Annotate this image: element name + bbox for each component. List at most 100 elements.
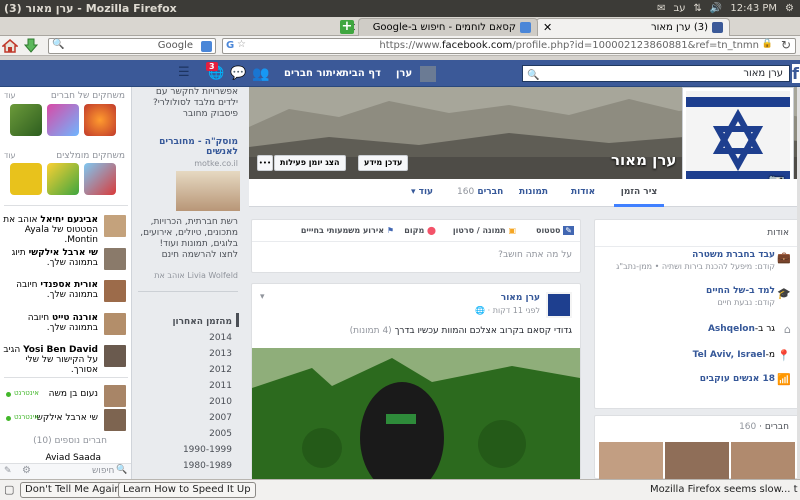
settings-icon[interactable]: ☰ [178,65,190,80]
clock[interactable]: 12:43 PM [730,3,777,14]
composer-photo-tab[interactable]: ▣ תמונה / סרטון [453,226,516,235]
timeline-year-link[interactable]: 2011 [209,381,232,391]
user-avatar[interactable] [420,65,437,82]
facebook-header: ערן מאור 🔍 f ערן דף הבית איתור חברים 👥 💬… [0,60,800,87]
ad-title[interactable]: מוסק"ה - מחוברים לאנשים [138,137,238,157]
keyboard-language[interactable]: עב [673,3,685,14]
tab-facebook[interactable]: (3) ערן מאור ✕ [536,18,730,36]
messages-icon[interactable]: 💬 [230,66,246,81]
location-pin-icon: 📍 [777,349,791,362]
composer-life-event-tab[interactable]: ⚑ אירוע משמעותי בחייים [301,226,394,235]
pencil-icon: ✎ [563,226,574,235]
chat-contact[interactable]: Aviad Saada [45,453,101,463]
about-work[interactable]: עבד בחברת משטרה [605,250,775,260]
tab-friends[interactable]: חברים 160 [457,179,503,207]
window-title: (3) ערן מאור - Mozilla Firefox [4,2,177,15]
url-bar[interactable]: G ☆ https://www.facebook.com/profile.php… [222,38,796,54]
tab-label: קסאם לוחמים - חיפוש ב-Google [372,22,516,33]
star-icon[interactable]: ☆ [237,39,246,50]
friend-requests-icon[interactable]: 👥 [252,66,269,82]
games-more-link[interactable]: עוד [4,91,16,100]
game-icon[interactable] [10,163,42,195]
facebook-search-input[interactable]: ערן מאור 🔍 [522,65,790,82]
search-icon[interactable]: 🔍 [527,68,539,83]
year-scrollbar[interactable] [236,313,239,327]
chat-search-bar[interactable]: ✎ ⚙ חיפוש 🔍 [0,463,131,479]
timeline-year-link[interactable]: 2005 [209,429,232,439]
tab-about[interactable]: אודות [571,179,595,207]
identity-icon[interactable]: G [226,40,234,51]
tab-more[interactable]: עוד ▾ [411,179,433,207]
chat-settings-icon[interactable]: ⚙ [22,465,31,476]
nav-find-friends-link[interactable]: איתור חברים [284,60,343,87]
tab-photos[interactable]: תמונות [519,179,548,207]
dont-tell-me-again-button[interactable]: Don't Tell Me Again [20,482,126,498]
post-author-avatar[interactable] [546,292,572,318]
location-pin-icon: ⬤ [427,226,436,235]
composer-status-tab[interactable]: ✎ סטטוס [536,226,574,235]
network-icon[interactable]: ⇅ [694,3,702,14]
timeline-year-link[interactable]: 1980-1989 [183,461,232,471]
timeline-year-link[interactable]: 2012 [209,365,232,375]
ad-body[interactable]: רשת חברתית, הכרויות, מתכונים, טיולים, אי… [138,217,238,261]
close-tab-icon[interactable]: ✕ [543,21,552,34]
search-icon: 🔍 [52,39,65,50]
game-icon[interactable] [84,163,116,195]
power-icon[interactable]: ⚙ [785,3,794,14]
composer-card: ✎ סטטוס ▣ תמונה / סרטון ⬤ מקום ⚑ אירוע מ… [251,219,581,273]
update-info-button[interactable]: עדכן מידע [358,155,409,171]
web-search-input[interactable]: 🔍 Google [48,38,216,54]
timeline-year-link[interactable]: 2013 [209,349,232,359]
tab-bar: (3) ערן מאור ✕ קסאם לוחמים - חיפוש ב-Goo… [0,17,800,36]
game-icon[interactable] [47,163,79,195]
nav-profile-link[interactable]: ערן [396,68,412,79]
timeline-year-link[interactable]: 1990-1999 [183,445,232,455]
friends-header[interactable]: חברים [765,422,789,432]
game-icon[interactable] [47,104,79,136]
reload-icon[interactable]: ↻ [781,38,791,52]
games-more-link[interactable]: עוד [4,151,16,160]
friend-thumbnail[interactable] [599,442,663,480]
friend-thumbnail[interactable] [665,442,729,480]
game-icon[interactable] [84,104,116,136]
ad-domain[interactable]: motke.co.il [194,159,238,168]
nav-home-link[interactable]: דף הבית [342,60,381,87]
lock-icon[interactable]: 🔒 [762,39,773,49]
timeline-year-link[interactable]: 2007 [209,413,232,423]
post-time[interactable]: לפני 11 דקות · 🌐 [475,306,540,315]
home-icon[interactable] [2,38,18,54]
volume-icon[interactable]: 🔊 [710,3,722,14]
friend-thumbnail[interactable] [731,442,795,480]
chat-options-icon[interactable]: ✎ [4,466,12,476]
recommended-games-title: משחקים מומלצים [56,151,125,161]
tab-timeline[interactable]: ציר הזמן [614,179,664,207]
about-lives[interactable]: גר ב-Ashqelon [708,324,775,334]
more-options-button[interactable]: ••• [257,155,273,171]
about-card: אודות עבד בחברת משטרה קודם: מיפעל להכנת … [594,219,800,409]
about-education[interactable]: למד ב-של החיים [605,286,775,296]
search-placeholder: Google [157,40,193,51]
flag-icon: ⚑ [386,226,394,235]
game-icon[interactable] [10,104,42,136]
timeline-year-link[interactable]: 2014 [209,333,232,343]
post-photo[interactable] [252,348,580,480]
mail-icon[interactable]: ✉ [657,3,665,14]
learn-speed-up-button[interactable]: Learn How to Speed It Up [118,482,256,498]
search-engine-icon[interactable] [201,41,212,52]
about-from[interactable]: מ-Tel Aviv, Israel [693,350,775,360]
ad-image[interactable] [176,171,240,211]
tab-google[interactable]: קסאם לוחמים - חיפוש ב-Google ✕ [347,18,538,36]
post-options-icon[interactable]: ▾ [260,292,265,302]
composer-place-tab[interactable]: ⬤ מקום [404,226,436,235]
timeline-year-link[interactable]: 2010 [209,397,232,407]
new-tab-button[interactable]: + [340,20,354,34]
profile-name[interactable]: ערן מאור [611,151,676,169]
post-author[interactable]: ערן מאור [501,293,540,303]
download-icon[interactable] [24,38,38,54]
ad-text[interactable]: אפשרויות לחקשר עם ילדים מלבד לסולולרי? פ… [138,87,238,120]
about-followers[interactable]: 18 אנשים עוקבים [700,374,775,384]
facebook-logo-icon[interactable]: f [792,64,800,83]
composer-input[interactable]: על מה אתה חושב? [498,250,572,260]
activity-log-button[interactable]: הצג יומן פעילות [274,155,346,171]
chevron-down-icon: ▾ [411,187,416,197]
